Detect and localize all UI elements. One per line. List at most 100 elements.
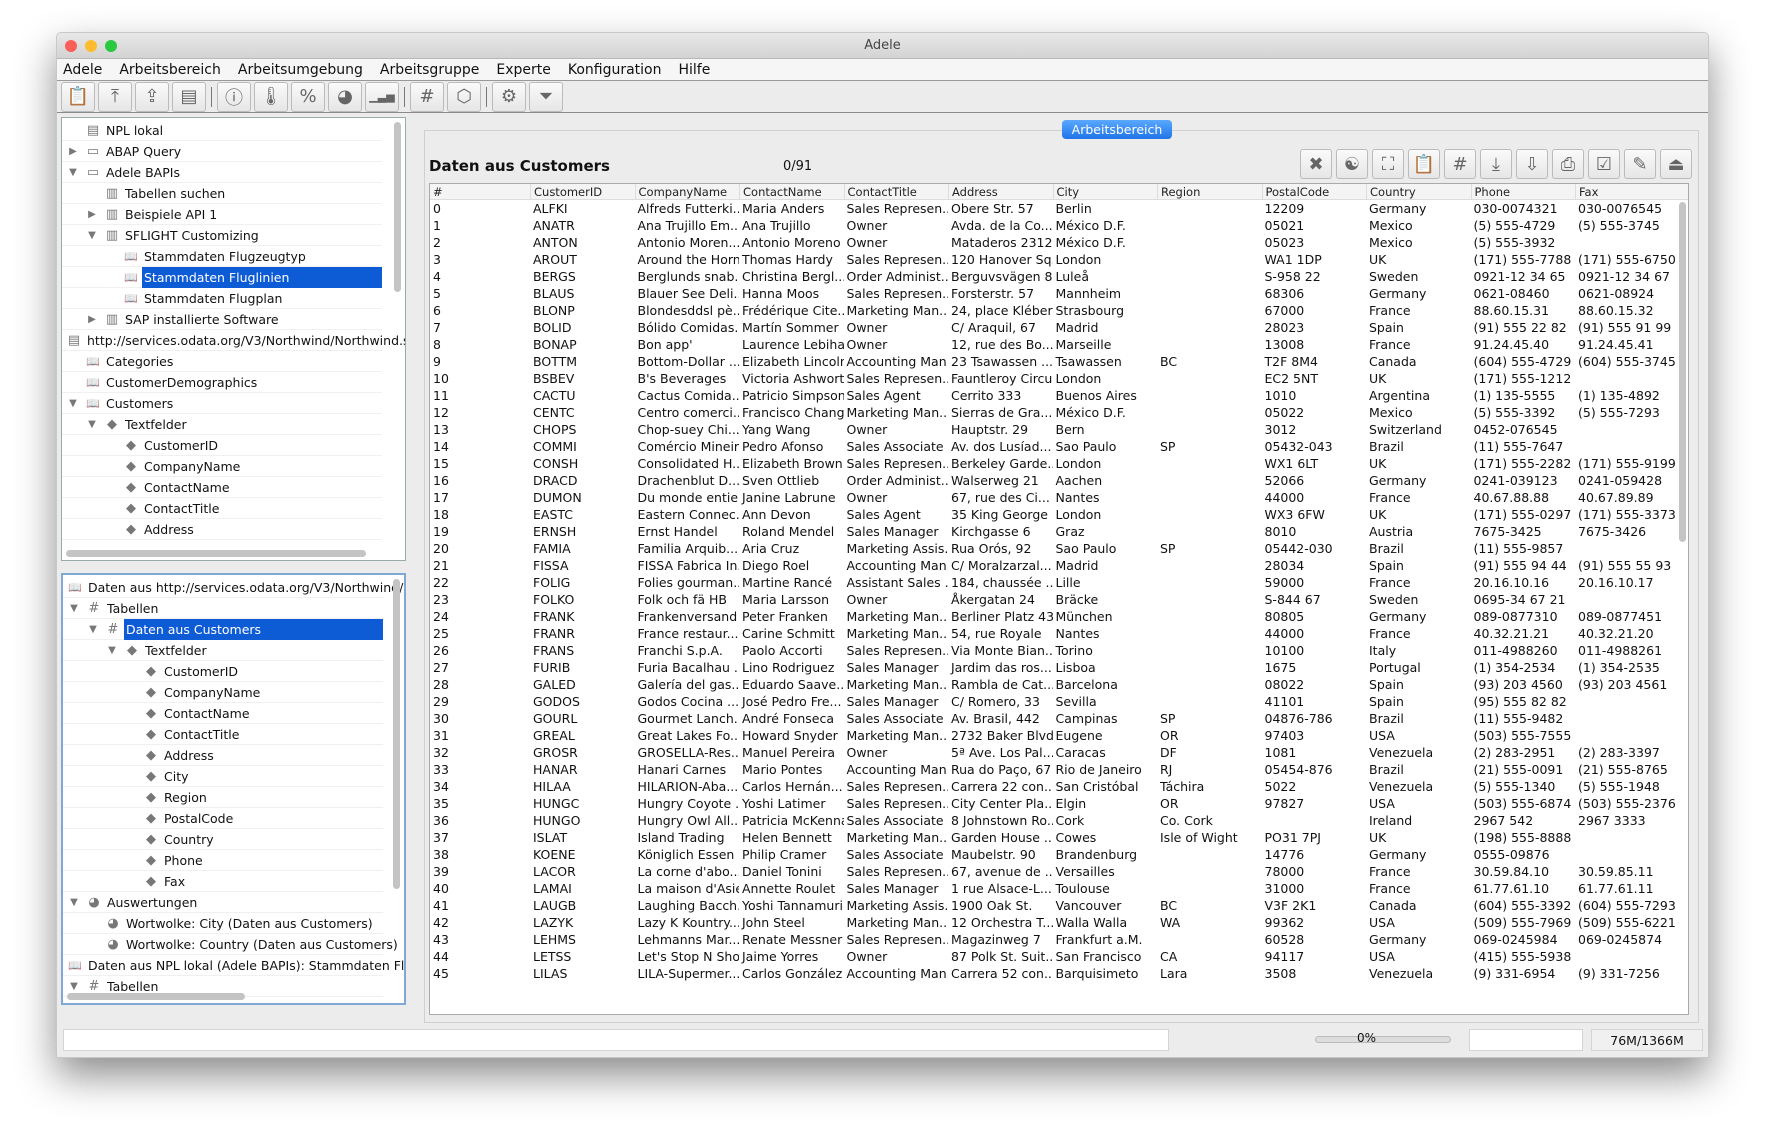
tree-item[interactable]: 📖 Stammdaten Fluglinien <box>62 267 382 288</box>
column-header-address[interactable]: Address <box>948 184 1053 199</box>
zoom-window-button[interactable] <box>105 40 117 52</box>
tree-item[interactable]: ▼ ◆ Textfelder <box>62 414 382 435</box>
tree-item[interactable]: ▼ ▭ Adele BAPIs <box>62 162 382 183</box>
table-row[interactable]: 13 CHOPS Chop-suey Chi... Yang Wang Owner Hau… <box>430 421 1688 438</box>
column-header-companyname[interactable]: CompanyName <box>634 184 740 199</box>
tree-item[interactable]: ◕ Wortwolke: City (Daten aus Customers) <box>63 913 383 934</box>
table-row[interactable]: 24 FRANK Frankenversand Peter Franken Market… <box>430 608 1688 625</box>
column-header-fax[interactable]: Fax <box>1575 184 1680 199</box>
grid-button[interactable]: # <box>1444 149 1476 179</box>
thermometer-button[interactable]: 🌡 <box>254 81 288 112</box>
table-row[interactable]: 36 HUNGO Hungry Owl All... Patricia McKenna… <box>430 812 1688 829</box>
server-button[interactable]: ▤ <box>172 81 206 112</box>
eject-button[interactable]: ⏏ <box>1660 149 1692 179</box>
tree-item[interactable]: ▶ ▭ ABAP Query <box>62 141 382 162</box>
table-row[interactable]: 25 FRANR France restaur... Carine Schmitt Ma… <box>430 625 1688 642</box>
column-header-contacttitle[interactable]: ContactTitle <box>843 184 949 199</box>
tree-item[interactable]: ▶ ▥ SAP installierte Software <box>62 309 382 330</box>
tree-item[interactable]: ◆ ContactTitle <box>62 498 382 519</box>
table-row[interactable]: 26 FRANS Franchi S.p.A. Paolo Accorti Sales … <box>430 642 1688 659</box>
binoculars-button[interactable]: ⛶ <box>1372 149 1404 179</box>
upload-button[interactable]: ⤒ <box>98 81 132 112</box>
tree-item[interactable]: ◆ ContactTitle <box>63 724 383 745</box>
table-row[interactable]: 39 LACOR La corne d'abo... Daniel Tonini Sal… <box>430 863 1688 880</box>
menu-arbeitsumgebung[interactable]: Arbeitsumgebung <box>238 62 363 78</box>
tree-item[interactable]: 📖 Daten aus http://services.odata.org/V3/… <box>63 577 404 598</box>
table-row[interactable]: 40 LAMAI La maison d'Asie Annette Roulet Sal… <box>430 880 1688 897</box>
collapse-arrow-icon[interactable]: ▶ <box>86 309 98 330</box>
workspace-tree-vertical-scrollbar[interactable] <box>393 579 400 889</box>
table-row[interactable]: 2 ANTON Antonio Moren... Antonio Moreno Owne… <box>430 234 1688 251</box>
table-row[interactable]: 15 CONSH Consolidated H... Elizabeth Brown S… <box>430 455 1688 472</box>
tree-item[interactable]: ◆ CustomerID <box>62 435 382 456</box>
tree-item[interactable]: ◆ Country <box>63 829 383 850</box>
tree-item[interactable]: ◆ Address <box>63 745 383 766</box>
table-row[interactable]: 4 BERGS Berglunds snab... Christina Bergl..… <box>430 268 1688 285</box>
table-row[interactable]: 32 GROSR GROSELLA-Res... Manuel Pereira Owne… <box>430 744 1688 761</box>
tree-item[interactable]: ◆ Address <box>62 519 382 540</box>
tree-vertical-scrollbar[interactable] <box>394 122 401 292</box>
tree-item[interactable]: ◆ PostalCode <box>63 808 383 829</box>
tree-item[interactable]: ▥ Tabellen suchen <box>62 183 382 204</box>
column-header-phone[interactable]: Phone <box>1470 184 1576 199</box>
expand-arrow-icon[interactable]: ▼ <box>67 393 79 414</box>
table-row[interactable]: 19 ERNSH Ernst Handel Roland Mendel Sales Ma… <box>430 523 1688 540</box>
clipboard-button[interactable]: 📋 <box>1408 149 1440 179</box>
pie-chart-button[interactable]: ◕ <box>328 81 362 112</box>
tree-item[interactable]: 📖 Categories <box>62 351 382 372</box>
menu-adele[interactable]: Adele <box>63 62 102 78</box>
yin-yang-button[interactable]: ☯ <box>1336 149 1368 179</box>
table-row[interactable]: 29 GODOS Godos Cocina ... José Pedro Fre...… <box>430 693 1688 710</box>
table-row[interactable]: 5 BLAUS Blauer See Deli... Hanna Moos Sales … <box>430 285 1688 302</box>
cube-button[interactable]: ⬡ <box>447 81 481 112</box>
table-row[interactable]: 43 LEHMS Lehmanns Mar... Renate Messner Sale… <box>430 931 1688 948</box>
tree-item[interactable]: ▼ 📖 Customers <box>62 393 382 414</box>
table-row[interactable]: 21 FISSA FISSA Fabrica In... Diego Roel Acco… <box>430 557 1688 574</box>
download-form-button[interactable]: ⇩ <box>1516 149 1548 179</box>
table-row[interactable]: 35 HUNGC Hungry Coyote ... Yoshi Latimer Sal… <box>430 795 1688 812</box>
tree-item[interactable]: ▼ ◆ Textfelder <box>63 640 383 661</box>
tree-item[interactable]: 📖 Stammdaten Flugzeugtyp <box>62 246 382 267</box>
table-row[interactable]: 9 BOTTM Bottom-Dollar ... Elizabeth Lincoln… <box>430 353 1688 370</box>
table-row[interactable]: 6 BLONP Blondesddsl pè... Frédérique Cite..… <box>430 302 1688 319</box>
table-row[interactable]: 1 ANATR Ana Trujillo Em... Ana Trujillo Owne… <box>430 217 1688 234</box>
menu-arbeitsbereich[interactable]: Arbeitsbereich <box>119 62 221 78</box>
grid-button[interactable]: # <box>410 81 444 112</box>
table-row[interactable]: 37 ISLAT Island Trading Helen Bennett Market… <box>430 829 1688 846</box>
expand-arrow-icon[interactable]: ▼ <box>106 640 118 661</box>
pin-button[interactable]: ✎ <box>1624 149 1656 179</box>
column-header-customerid[interactable]: CustomerID <box>530 184 635 199</box>
table-row[interactable]: 11 CACTU Cactus Comida... Patricio Simpson S… <box>430 387 1688 404</box>
expand-arrow-icon[interactable]: ▼ <box>87 619 99 640</box>
print-button[interactable]: ⎙ <box>1552 149 1584 179</box>
tree-item[interactable]: 📖 Stammdaten Flugplan <box>62 288 382 309</box>
funnel-button[interactable]: ⏷ <box>529 81 563 112</box>
tree-item[interactable]: ▼ ◕ Auswertungen <box>63 892 383 913</box>
table-row[interactable]: 0 ALFKI Alfreds Futterki... Maria Anders Sal… <box>430 200 1688 217</box>
tree-item[interactable]: ◆ Phone <box>63 850 383 871</box>
workspace-tree-horizontal-scrollbar[interactable] <box>67 993 245 1000</box>
tree-item[interactable]: ▼ # Tabellen <box>63 598 383 619</box>
table-row[interactable]: 20 FAMIA Familia Arquib... Aria Cruz Marketi… <box>430 540 1688 557</box>
table-row[interactable]: 10 BSBEV B's Beverages Victoria Ashworth Sal… <box>430 370 1688 387</box>
table-vertical-scrollbar[interactable] <box>1679 202 1686 542</box>
table-row[interactable]: 7 BOLID Bólido Comidas... Martín Sommer Owne… <box>430 319 1688 336</box>
workspace-tree[interactable]: 📖 Daten aus http://services.odata.org/V3/… <box>61 573 406 1005</box>
table-row[interactable]: 34 HILAA HILARION-Aba... Carlos Hernán... Sa… <box>430 778 1688 795</box>
table-row[interactable]: 28 GALED Galería del gas... Eduardo Saave..… <box>430 676 1688 693</box>
checkbox-button[interactable]: ☑ <box>1588 149 1620 179</box>
minimize-window-button[interactable] <box>85 40 97 52</box>
table-row[interactable]: 38 KOENE Königlich Essen Philip Cramer Sales… <box>430 846 1688 863</box>
tree-item[interactable]: ◆ CompanyName <box>62 456 382 477</box>
table-row[interactable]: 33 HANAR Hanari Carnes Mario Pontes Accounti… <box>430 761 1688 778</box>
tree-item[interactable]: ▼ ▥ SFLIGHT Customizing <box>62 225 382 246</box>
expand-arrow-icon[interactable]: ▼ <box>86 414 98 435</box>
table-row[interactable]: 44 LETSS Let's Stop N Shop Jaime Yorres Owne… <box>430 948 1688 965</box>
table-row[interactable]: 27 FURIB Furia Bacalhau ... Lino Rodriguez S… <box>430 659 1688 676</box>
table-row[interactable]: 30 GOURL Gourmet Lanch... André Fonseca Sale… <box>430 710 1688 727</box>
column-header-region[interactable]: Region <box>1157 184 1262 199</box>
expand-arrow-icon[interactable]: ▼ <box>68 892 80 913</box>
column-header-city[interactable]: City <box>1052 184 1158 199</box>
tree-item[interactable]: 📖 CustomerDemographics <box>62 372 382 393</box>
clipboard-button[interactable]: 📋 <box>61 81 95 112</box>
